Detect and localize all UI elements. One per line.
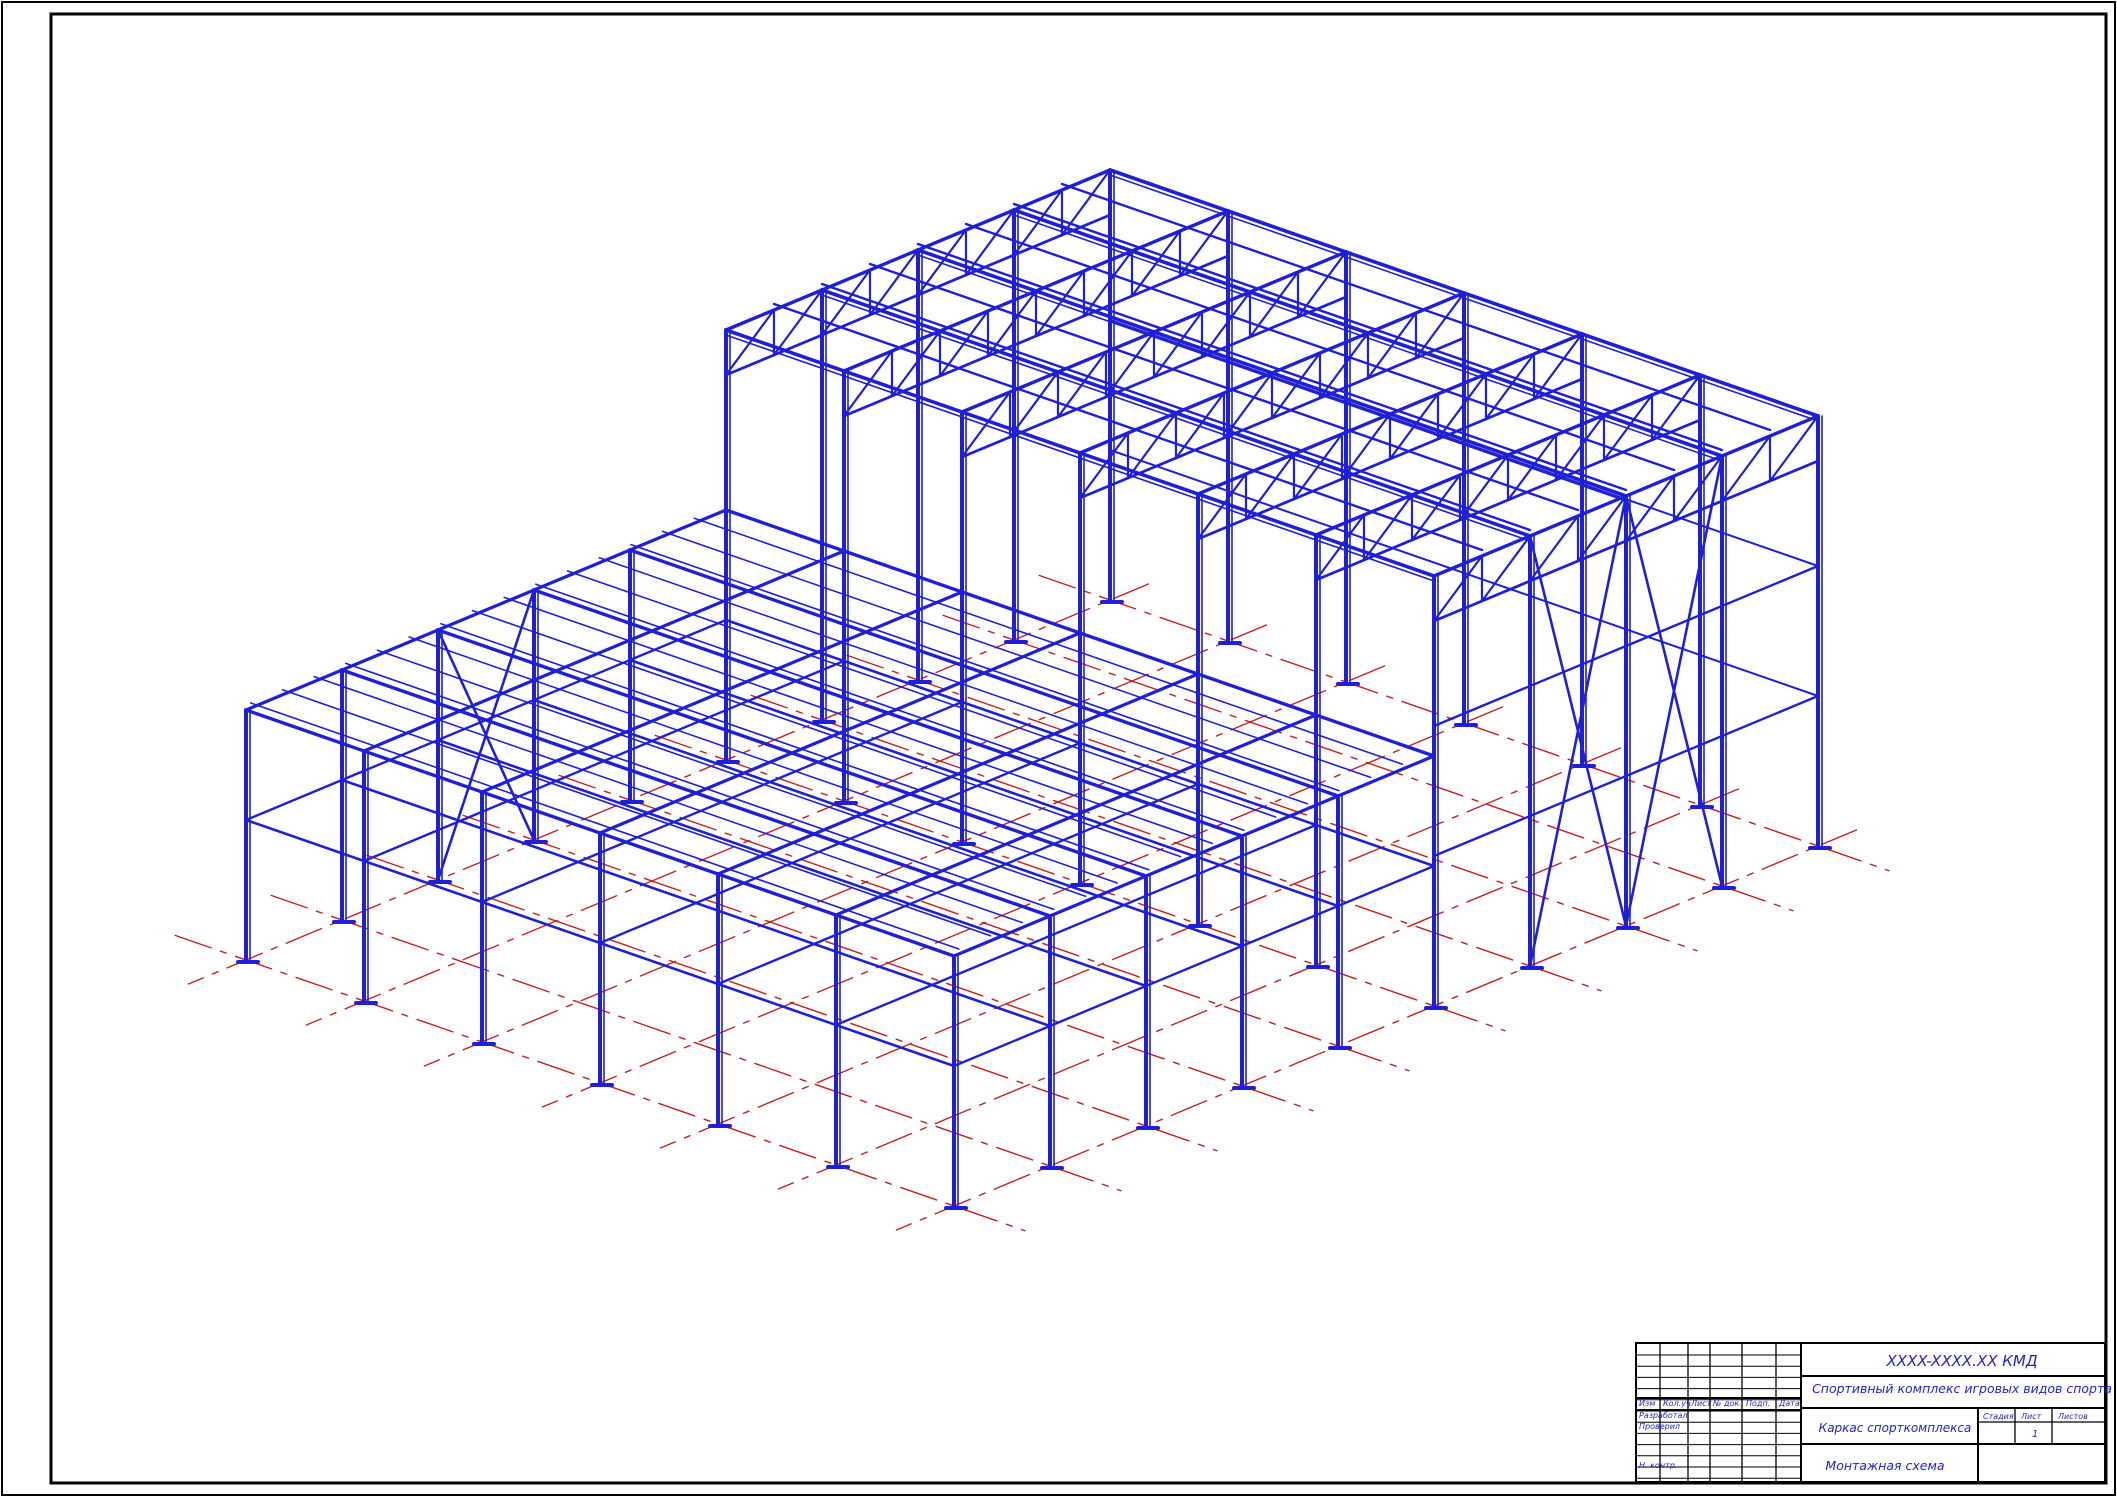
- stage-label: Стадия: [1983, 1412, 2014, 1421]
- header-sheet: Лист: [1690, 1399, 1712, 1408]
- annex-purlin: [661, 530, 1372, 779]
- drawing-name: Монтажная схема: [1825, 1458, 1944, 1473]
- purlin: [916, 242, 1628, 492]
- purlin: [820, 282, 1532, 532]
- x-brace: [1624, 454, 1724, 928]
- header-doc-no: № док.: [1712, 1399, 1742, 1408]
- role-norm-control: Н. контр.: [1639, 1461, 1677, 1470]
- purlin: [964, 222, 1676, 472]
- role-developed: Разработал: [1639, 1411, 1687, 1420]
- header-signature: Подп.: [1746, 1399, 1770, 1408]
- role-checked: Проверил: [1639, 1422, 1680, 1431]
- designation: XXXX-XXXX.XX КМД: [1885, 1352, 2037, 1370]
- header-count: Кол.уч: [1663, 1399, 1691, 1408]
- header-change: Изм: [1639, 1399, 1655, 1408]
- annex-purlin: [693, 517, 1404, 766]
- project-name: Спортивный комплекс игровых видов спорта: [1812, 1381, 2112, 1396]
- x-brace: [1528, 494, 1628, 968]
- title-block: XXXX-XXXX.XX КМД Спортивный комплекс игр…: [1635, 1342, 2112, 1483]
- annex-purlin: [630, 543, 1340, 792]
- header-date: Дата: [1778, 1399, 1800, 1408]
- sheets-label: Листов: [2057, 1412, 2088, 1421]
- drawing-sheet: XXXX-XXXX.XX КМД Спортивный комплекс игр…: [1, 1, 2116, 1496]
- purlin: [1060, 182, 1772, 432]
- annex-girder: [244, 508, 728, 712]
- sheet-number: 1: [2032, 1429, 2038, 1440]
- sheet-title: Каркас спорткомплекса: [1819, 1421, 1972, 1435]
- purlin: [1012, 202, 1724, 452]
- steel-frame-isometric: [236, 168, 1832, 1210]
- sheet-label: Лист: [2020, 1412, 2042, 1421]
